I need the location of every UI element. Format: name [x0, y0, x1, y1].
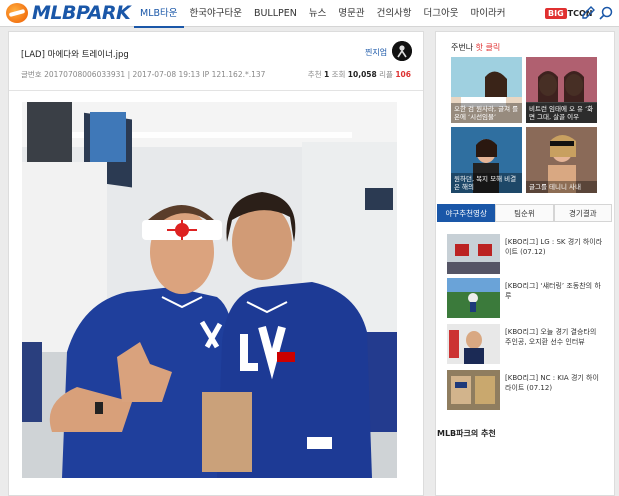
- post-title: [LAD] 마에다와 트레이너.jpg: [21, 50, 129, 60]
- video-thumb: [447, 370, 500, 410]
- hot-click-prefix: 주번나: [451, 43, 474, 52]
- replies-label: 리플: [379, 70, 393, 79]
- search-icon[interactable]: [598, 5, 614, 21]
- nav-suggestions[interactable]: 건의사항: [371, 0, 418, 27]
- tab-recommended-videos[interactable]: 야구추천영상: [437, 204, 496, 222]
- write-icon[interactable]: [580, 5, 596, 21]
- video-item[interactable]: [KBO리그] NC : KIA 경기 하이라이트 (07.12): [447, 370, 607, 414]
- hot-thumb[interactable]: 글그를 테니니 사내: [526, 127, 597, 193]
- video-thumb: [447, 234, 500, 274]
- nav-bullpen[interactable]: BULLPEN: [248, 0, 303, 27]
- recommend-heading: MLB파크의 추천: [437, 429, 496, 438]
- video-title: [KBO리그] ‘섀터링’ 조동찬의 하루: [505, 282, 601, 300]
- main-nav: MLB타운 한국야구타운 BULLPEN 뉴스 명문관 건의사항 더그아웃 마이…: [134, 0, 512, 28]
- nav-korea-baseball-town[interactable]: 한국야구타운: [184, 0, 248, 27]
- nav-hall-of-fame[interactable]: 명문관: [332, 0, 370, 27]
- hot-thumb-caption: 비트런 임태에 오 유 ‘화면 그대, 살골 이우: [526, 103, 597, 123]
- hot-click-heading: 주번나 핫 클릭: [451, 42, 500, 53]
- nav-my-locker[interactable]: 마이라커: [465, 0, 512, 27]
- video-item[interactable]: [KBO리그] ‘섀터링’ 조동찬의 하루: [447, 278, 607, 322]
- post-photo[interactable]: [22, 102, 397, 478]
- hot-thumb-caption: 오한 검 원사라, 글쳐 를 온에 ‘시선임물’: [451, 103, 522, 123]
- views-value: 10,058: [347, 70, 377, 79]
- tab-game-results[interactable]: 경기결과: [553, 204, 612, 222]
- post-panel: [LAD] 마에다와 트레이너.jpg 찐지업 글번호 201707080060…: [8, 31, 424, 496]
- video-thumb: [447, 324, 500, 364]
- video-title: [KBO리그] LG : SK 경기 하이라이트 (07.12): [505, 238, 603, 256]
- video-tabs: 야구추천영상 팀순위 경기결과: [437, 204, 612, 222]
- baseball-logo-icon: [6, 3, 28, 23]
- hot-thumb[interactable]: 오한 검 원사라, 글쳐 를 온에 ‘시선임물’: [451, 57, 522, 123]
- video-thumb: [447, 278, 500, 318]
- video-title: [KBO리그] NC : KIA 경기 하이라이트 (07.12): [505, 374, 599, 392]
- post-stats: 추천 1 조회 10,058 리플 106: [308, 69, 411, 80]
- hot-thumb-caption: 글그를 테니니 사내: [526, 181, 597, 193]
- rec-value: 1: [323, 70, 330, 79]
- nav-mlb-town[interactable]: MLB타운: [134, 0, 184, 28]
- hot-thumb[interactable]: 원하던, 복지 모해 비결은 해의: [451, 127, 522, 193]
- top-bar: MLBPARK MLB타운 한국야구타운 BULLPEN 뉴스 명문관 건의사항…: [0, 0, 619, 28]
- hot-click-label: 핫 클릭: [475, 43, 501, 52]
- bigtcon-big: BIG: [545, 8, 567, 19]
- author-avatar[interactable]: [392, 41, 412, 61]
- views-label: 조회: [331, 70, 346, 79]
- replies-value: 106: [395, 70, 411, 79]
- post-divider: [9, 90, 423, 91]
- mlbpark-logo[interactable]: MLBPARK: [6, 2, 131, 24]
- nav-dugout[interactable]: 더그아웃: [418, 0, 465, 27]
- nav-news[interactable]: 뉴스: [303, 0, 332, 27]
- hot-thumb[interactable]: 비트런 임태에 오 유 ‘화면 그대, 살골 이우: [526, 57, 597, 123]
- video-item[interactable]: [KBO리그] 오늘 경기 결승타의 주인공, 오지환 선수 인터뷰: [447, 324, 607, 368]
- hot-thumb-caption: 원하던, 복지 모해 비결은 해의: [451, 173, 522, 193]
- video-title: [KBO리그] 오늘 경기 결승타의 주인공, 오지환 선수 인터뷰: [505, 328, 597, 346]
- video-item[interactable]: [KBO리그] LG : SK 경기 하이라이트 (07.12): [447, 234, 607, 278]
- rec-label: 추천: [307, 70, 322, 79]
- post-author[interactable]: 찐지업: [365, 47, 387, 58]
- logo-text: MLBPARK: [32, 2, 131, 24]
- post-meta: 글번호 20170708006033931 | 2017-07-08 19:13…: [21, 70, 266, 79]
- tab-team-standings[interactable]: 팀순위: [495, 204, 554, 222]
